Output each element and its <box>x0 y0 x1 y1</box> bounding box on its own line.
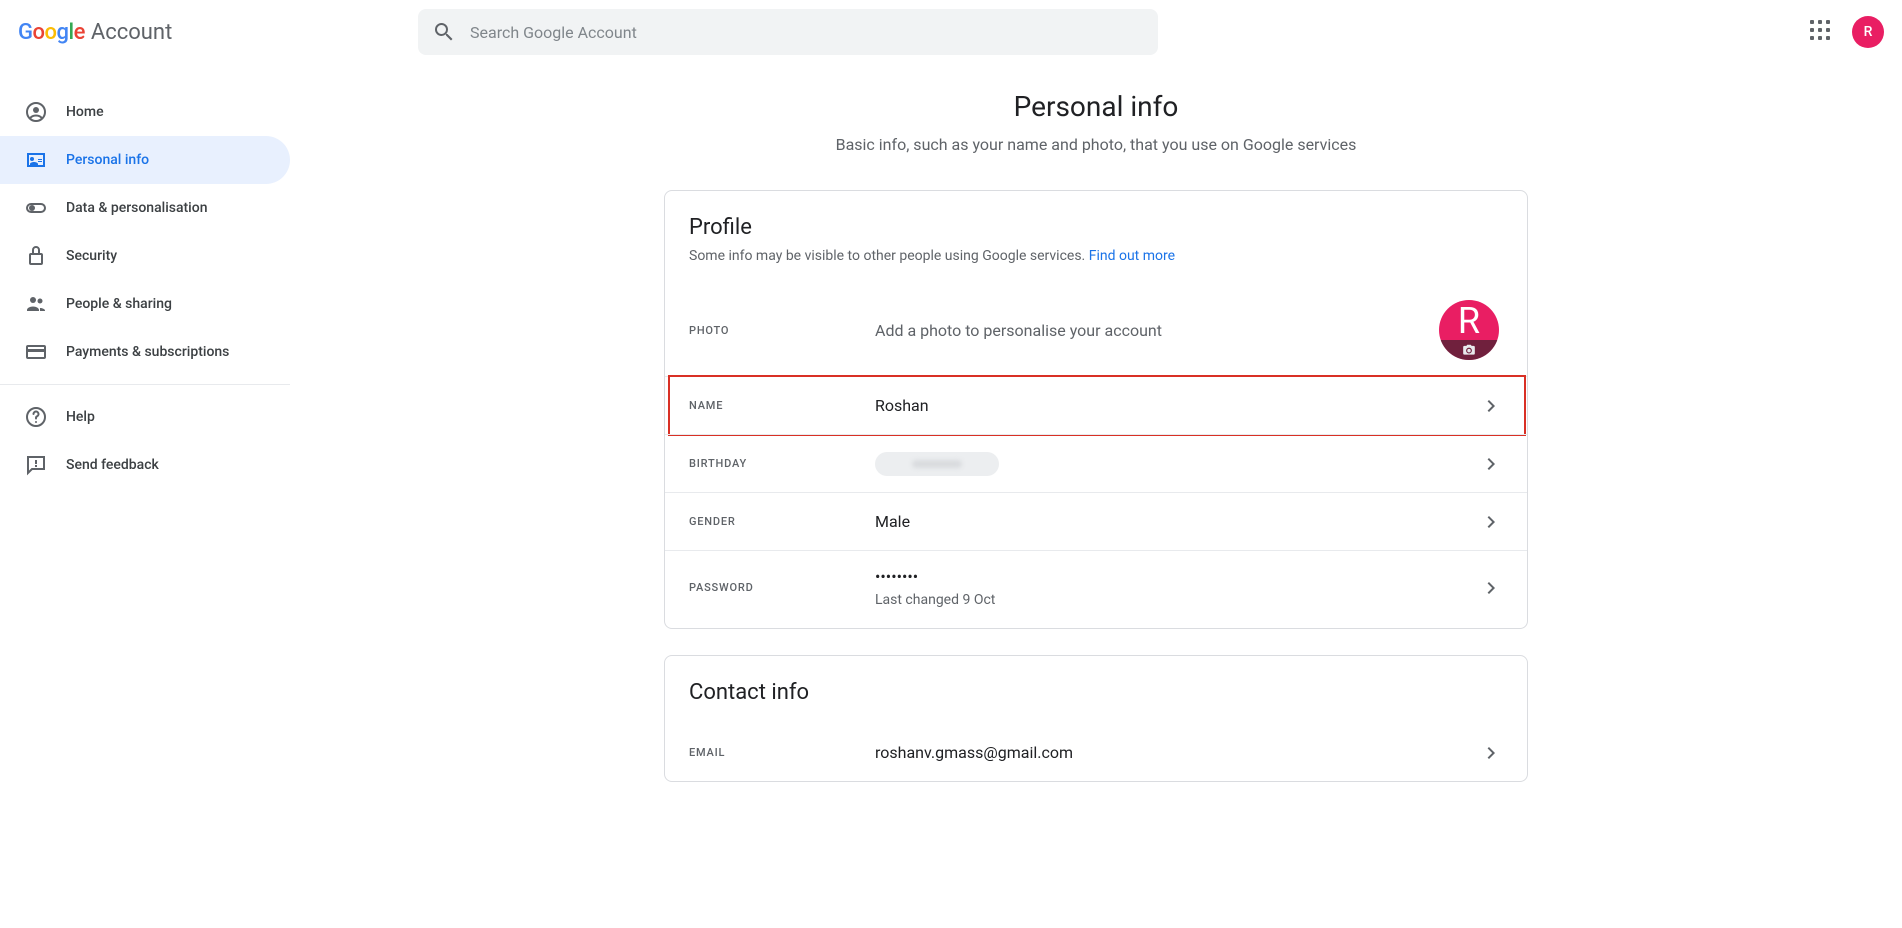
row-label: PASSWORD <box>689 581 875 594</box>
row-label: NAME <box>689 399 875 412</box>
sidebar-item-data-personalisation[interactable]: Data & personalisation <box>0 184 290 232</box>
profile-card: Profile Some info may be visible to othe… <box>664 190 1528 629</box>
sidebar-item-label: People & sharing <box>66 296 172 312</box>
sidebar-item-home[interactable]: Home <box>0 88 290 136</box>
profile-photo[interactable]: R <box>1439 300 1499 360</box>
contact-title: Contact info <box>665 680 1527 723</box>
find-out-more-link[interactable]: Find out more <box>1089 248 1175 264</box>
profile-title: Profile <box>665 215 1527 248</box>
page-title: Personal info <box>1014 90 1179 123</box>
gender-row[interactable]: GENDER Male <box>665 492 1527 550</box>
camera-icon <box>1439 340 1499 360</box>
sidebar-item-personal-info[interactable]: Personal info <box>0 136 290 184</box>
sidebar-item-label: Help <box>66 409 95 425</box>
apps-icon[interactable] <box>1810 20 1834 44</box>
sidebar-item-label: Send feedback <box>66 457 159 473</box>
sidebar-item-label: Payments & subscriptions <box>66 344 229 360</box>
row-label: EMAIL <box>689 746 875 759</box>
sidebar-item-payments[interactable]: Payments & subscriptions <box>0 328 290 376</box>
chevron-right-icon <box>1479 394 1503 418</box>
logo-account-label: Account <box>91 20 172 45</box>
sidebar-divider <box>0 384 290 385</box>
avatar[interactable]: R <box>1852 16 1884 48</box>
search-icon <box>432 20 456 44</box>
row-label: GENDER <box>689 515 875 528</box>
sidebar-item-label: Security <box>66 248 117 264</box>
search-input[interactable] <box>470 23 1144 42</box>
help-icon <box>24 405 48 429</box>
email-row[interactable]: EMAIL roshanv.gmass@gmail.com <box>665 723 1527 781</box>
password-value: •••••••• Last changed 9 Oct <box>875 567 1479 608</box>
sidebar-item-label: Data & personalisation <box>66 200 208 216</box>
chevron-right-icon <box>1479 452 1503 476</box>
chevron-right-icon <box>1479 741 1503 765</box>
row-label: PHOTO <box>689 324 875 337</box>
sidebar-item-security[interactable]: Security <box>0 232 290 280</box>
logo[interactable]: Google Account <box>18 20 418 45</box>
sidebar-item-people-sharing[interactable]: People & sharing <box>0 280 290 328</box>
lock-icon <box>24 244 48 268</box>
gender-value: Male <box>875 512 1479 531</box>
toggle-icon <box>24 196 48 220</box>
home-icon <box>24 100 48 124</box>
photo-row[interactable]: PHOTO Add a photo to personalise your ac… <box>665 272 1527 376</box>
name-value: Roshan <box>875 396 1479 415</box>
search-bar[interactable] <box>418 9 1158 55</box>
contact-card: Contact info EMAIL roshanv.gmass@gmail.c… <box>664 655 1528 782</box>
birthday-value <box>875 452 1479 476</box>
password-row[interactable]: PASSWORD •••••••• Last changed 9 Oct <box>665 550 1527 628</box>
birthday-row[interactable]: BIRTHDAY <box>665 434 1527 492</box>
card-icon <box>24 340 48 364</box>
row-label: BIRTHDAY <box>689 457 875 470</box>
sidebar-item-feedback[interactable]: Send feedback <box>0 441 290 489</box>
page-subtitle: Basic info, such as your name and photo,… <box>836 135 1357 154</box>
sidebar-item-label: Personal info <box>66 152 149 168</box>
chevron-right-icon <box>1479 576 1503 600</box>
name-row[interactable]: NAME Roshan <box>665 376 1527 434</box>
sidebar: Home Personal info Data & personalisatio… <box>0 64 290 848</box>
id-card-icon <box>24 148 48 172</box>
email-value: roshanv.gmass@gmail.com <box>875 743 1479 762</box>
chevron-right-icon <box>1479 510 1503 534</box>
sidebar-item-help[interactable]: Help <box>0 393 290 441</box>
photo-text: Add a photo to personalise your account <box>875 321 1439 340</box>
people-icon <box>24 292 48 316</box>
sidebar-item-label: Home <box>66 104 104 120</box>
profile-subtitle: Some info may be visible to other people… <box>665 248 1527 272</box>
feedback-icon <box>24 453 48 477</box>
